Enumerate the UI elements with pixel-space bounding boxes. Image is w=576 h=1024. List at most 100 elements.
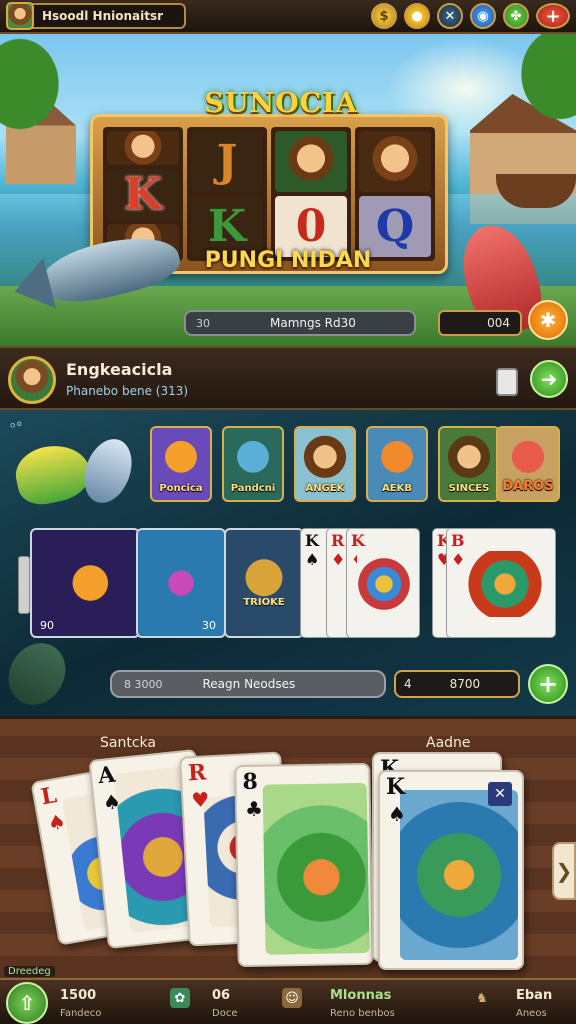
- avatar[interactable]: [6, 2, 34, 30]
- profile-chip[interactable]: Hsoodl Hnionaitsr: [6, 2, 186, 30]
- card-rank: 8: [242, 768, 259, 796]
- crossed-tools-icon[interactable]: ✕: [437, 3, 463, 29]
- hero-info-bar[interactable]: 30 Mamngs Rd30: [184, 310, 416, 336]
- toggle-switch[interactable]: [496, 368, 518, 396]
- close-icon[interactable]: ✕: [488, 782, 512, 806]
- game-tile[interactable]: ANGEK: [294, 426, 356, 502]
- bottom-stat-label: Reno benbos: [330, 1008, 395, 1019]
- card-suit: ♦: [451, 550, 466, 569]
- game-tile[interactable]: AEKB: [366, 426, 428, 502]
- top-icon-group: $ ● ✕ ◉ ✤ +: [371, 3, 570, 29]
- game-tile-label: AEKB: [382, 483, 412, 494]
- clover-icon[interactable]: ✤: [503, 3, 529, 29]
- chevron-right-icon[interactable]: ❯: [552, 842, 576, 900]
- balance-prefix: 4: [404, 677, 412, 691]
- balance-field[interactable]: 4 8700: [394, 670, 520, 698]
- game-tile-label: ANGEK: [305, 483, 345, 494]
- slot-symbol: K: [107, 168, 179, 220]
- featured-tile-count: 30: [202, 619, 216, 632]
- add-button[interactable]: +: [528, 664, 568, 704]
- bottom-stat-value: Mlonnas: [330, 988, 392, 1003]
- game-tile-label: SINCES: [448, 483, 490, 494]
- user-subtitle: Phanebo bene (313): [66, 384, 189, 398]
- reel: J K: [187, 127, 267, 261]
- coin-icon[interactable]: $: [371, 3, 397, 29]
- character-symbol: [359, 131, 431, 192]
- table-card[interactable]: K ♠ ✕: [378, 770, 524, 970]
- featured-row: 90 30 TRIOKE K ♠ R ♦ K ♦ K ♥ B ♦: [18, 528, 558, 640]
- card-suit: ♣: [244, 796, 264, 822]
- hero-bar-tag: 30: [196, 316, 210, 330]
- face-icon[interactable]: ☺: [282, 988, 302, 1008]
- card-rank: L: [38, 782, 59, 811]
- card-illustration: [262, 782, 370, 955]
- bottom-bar: Dreedeg ⇧ 1500 Fandeco ✿ 06 Doce ☺ Mlonn…: [0, 966, 576, 1024]
- bottom-bar-tag: Dreedeg: [4, 966, 55, 977]
- star-icon[interactable]: ✱: [528, 300, 568, 340]
- card-art: [357, 551, 411, 617]
- featured-tile[interactable]: 90: [30, 528, 140, 638]
- game-panel: ᵒ° Poncica Pandcni ANGEK AEKB SINCES DAR…: [0, 410, 576, 716]
- card-art: [465, 551, 545, 617]
- fish-illustration: [76, 432, 140, 510]
- card-rank: B: [451, 531, 465, 550]
- character-symbol: [107, 131, 179, 165]
- search-label: Reagn Neodses: [202, 677, 296, 691]
- up-arrow-button[interactable]: ⇧: [6, 982, 48, 1024]
- character-symbol: [275, 131, 347, 192]
- game-tile[interactable]: DAROS: [496, 426, 560, 502]
- bottom-stat-value: Eban: [516, 988, 553, 1003]
- search-bar[interactable]: 8 3000 Reagn Neodses: [110, 670, 386, 698]
- game-tile-row: Poncica Pandcni ANGEK AEKB SINCES DAROS: [150, 426, 560, 502]
- bottom-stat-label: Fandeco: [60, 1008, 102, 1019]
- card-rank: A: [96, 761, 117, 790]
- reel: 0: [271, 127, 351, 261]
- game-tile[interactable]: Pandcni: [222, 426, 284, 502]
- game-tile[interactable]: SINCES: [438, 426, 500, 502]
- playing-card[interactable]: K ♦: [346, 528, 420, 638]
- game-tile-label: Pandcni: [230, 483, 276, 494]
- game-logo: SUNOCIA: [204, 88, 358, 119]
- user-row: Engkeacicla Phanebo bene (313): [0, 346, 576, 410]
- search-tag: 8 3000: [124, 677, 163, 691]
- card-suit: ♦: [331, 550, 346, 569]
- card-rank: K: [351, 531, 365, 550]
- card-suit: ♠: [101, 789, 123, 815]
- blue-gem-icon[interactable]: ◉: [470, 3, 496, 29]
- gold-coin-icon[interactable]: ●: [404, 3, 430, 29]
- close-icon[interactable]: +: [536, 3, 570, 29]
- featured-tile-count: 90: [40, 619, 54, 632]
- avatar[interactable]: [8, 356, 56, 404]
- card-suit: ♥: [190, 787, 210, 813]
- table-card[interactable]: 8 ♣: [234, 762, 374, 968]
- bottom-stat-value: 06: [212, 988, 231, 1003]
- side-tab-handle[interactable]: [18, 556, 30, 614]
- hero-banner[interactable]: K J K 0 Q SUNOCIA PUNGI NIDAN 30 Mamngs …: [0, 34, 576, 346]
- user-name: Engkeacicla: [66, 360, 173, 379]
- game-tile[interactable]: Poncica: [150, 426, 212, 502]
- section-label-left: Santcka: [100, 735, 156, 751]
- gift-icon[interactable]: ✿: [170, 988, 190, 1008]
- go-button[interactable]: ➜: [530, 360, 568, 398]
- card-rank: R: [187, 759, 207, 787]
- bottom-stat-label: Doce: [212, 1008, 238, 1019]
- game-tile-label: Poncica: [159, 483, 203, 494]
- bubbles-icon: ᵒ°: [10, 420, 23, 436]
- hero-title: PUNGI NIDAN: [204, 248, 372, 273]
- game-tile-label: DAROS: [502, 479, 554, 494]
- featured-tile[interactable]: 30: [136, 528, 226, 638]
- featured-tile-caption: TRIOKE: [243, 597, 285, 608]
- horse-icon[interactable]: ♞: [472, 988, 492, 1008]
- card-rank: K: [386, 774, 406, 800]
- balance-value: 8700: [449, 677, 481, 691]
- card-rank: R: [331, 531, 345, 550]
- card-suit: ♠: [388, 802, 406, 826]
- profile-name: Hsoodl Hnionaitsr: [42, 9, 164, 23]
- featured-tile[interactable]: TRIOKE: [224, 528, 304, 638]
- reel: Q: [355, 127, 435, 261]
- playing-card[interactable]: B ♦: [446, 528, 556, 638]
- section-label-right: Aadne: [426, 735, 471, 751]
- hero-balance: 004: [438, 310, 522, 336]
- bottom-stat-label: Aneos: [516, 1008, 547, 1019]
- slot-symbol: J: [191, 131, 263, 192]
